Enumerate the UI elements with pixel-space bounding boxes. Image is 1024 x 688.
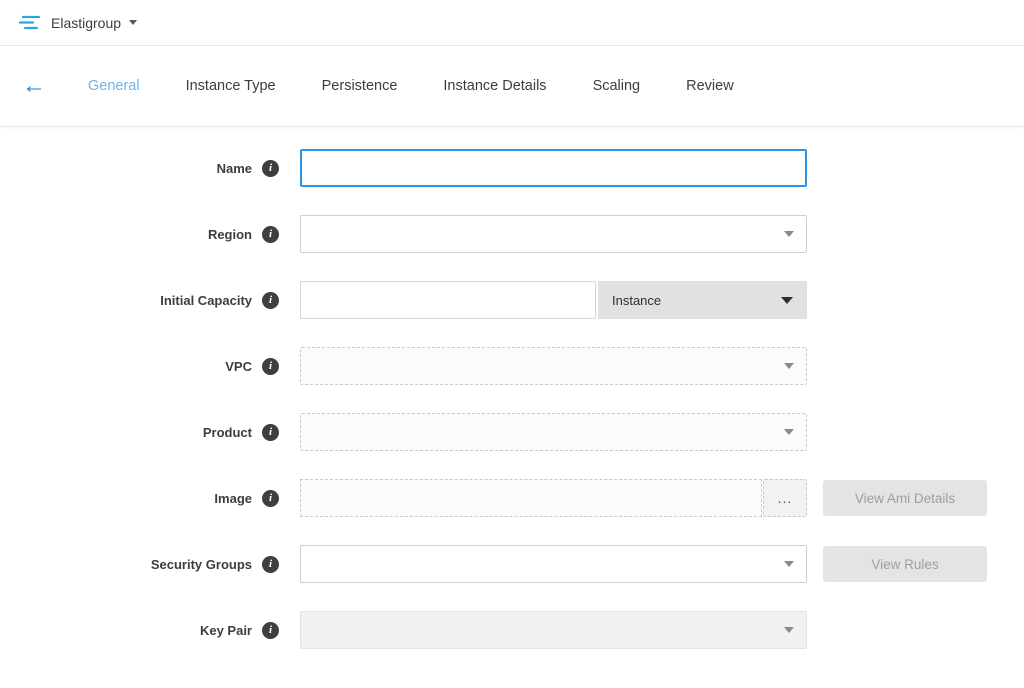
key-pair-label: Key Pair: [200, 623, 252, 638]
chevron-down-icon: [784, 627, 794, 633]
vpc-info-icon[interactable]: i: [262, 358, 279, 375]
chevron-down-icon: [784, 429, 794, 435]
image-input[interactable]: [300, 479, 762, 517]
initial-capacity-input[interactable]: [300, 281, 596, 319]
vpc-row: VPC i: [0, 347, 1024, 385]
app-header: Elastigroup: [0, 0, 1024, 46]
vpc-select[interactable]: [300, 347, 807, 385]
region-info-icon[interactable]: i: [262, 226, 279, 243]
wizard-tabs: General Instance Type Persistence Instan…: [88, 78, 734, 94]
region-label: Region: [208, 227, 252, 242]
region-row: Region i: [0, 215, 1024, 253]
key-pair-select[interactable]: [300, 611, 807, 649]
image-row: Image i ... View Ami Details: [0, 479, 1024, 517]
initial-capacity-label: Initial Capacity: [160, 293, 252, 308]
tab-instance-details[interactable]: Instance Details: [443, 78, 546, 94]
chevron-down-icon: [781, 297, 793, 304]
initial-capacity-row: Initial Capacity i Instance: [0, 281, 1024, 319]
security-groups-label: Security Groups: [151, 557, 252, 572]
elastigroup-logo-icon: [18, 13, 42, 33]
tab-general[interactable]: General: [88, 78, 140, 94]
view-ami-details-button[interactable]: View Ami Details: [823, 480, 987, 516]
product-select[interactable]: [300, 413, 807, 451]
product-label: Product: [203, 425, 252, 440]
tab-review[interactable]: Review: [686, 78, 734, 94]
name-label: Name: [217, 161, 252, 176]
security-groups-select[interactable]: [300, 545, 807, 583]
general-settings-form: Name i Region i Initial Capacity i Insta…: [0, 127, 1024, 649]
initial-capacity-info-icon[interactable]: i: [262, 292, 279, 309]
wizard-tabbar: ← General Instance Type Persistence Inst…: [0, 46, 1024, 127]
chevron-down-icon: [784, 363, 794, 369]
product-info-icon[interactable]: i: [262, 424, 279, 441]
key-pair-row: Key Pair i: [0, 611, 1024, 649]
security-groups-row: Security Groups i View Rules: [0, 545, 1024, 583]
tab-instance-type[interactable]: Instance Type: [186, 78, 276, 94]
chevron-down-icon: [784, 231, 794, 237]
product-row: Product i: [0, 413, 1024, 451]
security-groups-info-icon[interactable]: i: [262, 556, 279, 573]
image-browse-button[interactable]: ...: [763, 479, 807, 517]
image-info-icon[interactable]: i: [262, 490, 279, 507]
app-title: Elastigroup: [51, 15, 121, 31]
app-switcher-caret-icon[interactable]: [129, 20, 137, 25]
region-select[interactable]: [300, 215, 807, 253]
tab-scaling[interactable]: Scaling: [593, 78, 641, 94]
capacity-unit-value: Instance: [612, 293, 661, 308]
view-rules-button[interactable]: View Rules: [823, 546, 987, 582]
back-arrow-icon[interactable]: ←: [22, 74, 46, 98]
chevron-down-icon: [784, 561, 794, 567]
name-input[interactable]: [300, 149, 807, 187]
capacity-unit-select[interactable]: Instance: [598, 281, 807, 319]
vpc-label: VPC: [225, 359, 252, 374]
name-info-icon[interactable]: i: [262, 160, 279, 177]
image-label: Image: [214, 491, 252, 506]
tab-persistence[interactable]: Persistence: [322, 78, 398, 94]
name-row: Name i: [0, 149, 1024, 187]
key-pair-info-icon[interactable]: i: [262, 622, 279, 639]
